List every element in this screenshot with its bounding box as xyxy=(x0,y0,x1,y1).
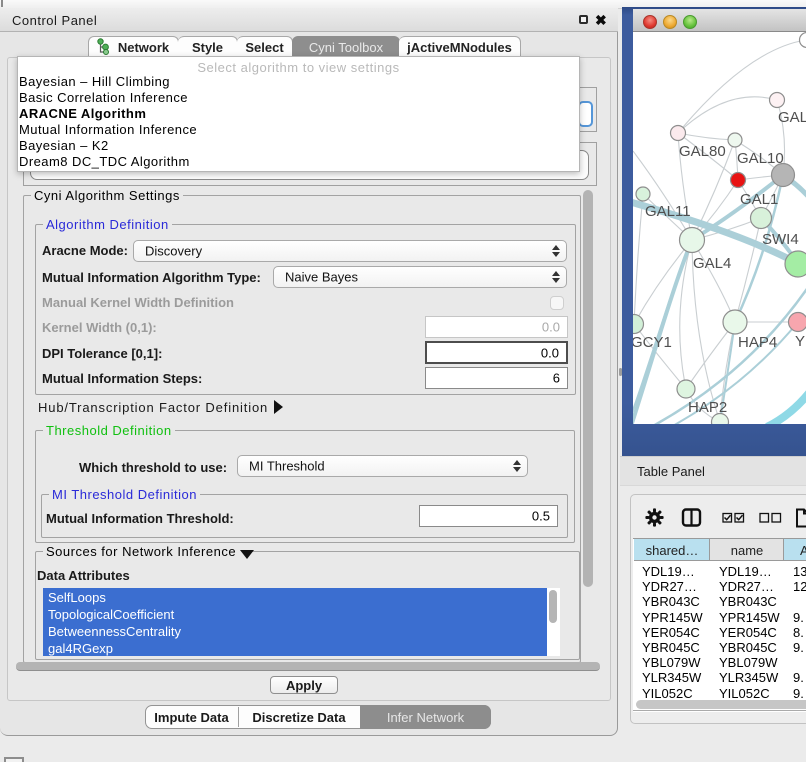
svg-text:GAL1: GAL1 xyxy=(740,191,778,208)
svg-text:GAL10: GAL10 xyxy=(737,150,784,167)
svg-text:GAL4: GAL4 xyxy=(693,255,731,272)
svg-text:HAP2: HAP2 xyxy=(688,399,727,416)
svg-text:Y: Y xyxy=(795,333,805,350)
svg-text:SWI4: SWI4 xyxy=(762,231,799,248)
svg-text:GCY1: GCY1 xyxy=(633,334,672,351)
svg-text:GAL80: GAL80 xyxy=(679,143,726,160)
svg-text:HAP4: HAP4 xyxy=(738,334,777,351)
svg-text:GAL: GAL xyxy=(778,109,806,126)
svg-text:GAL11: GAL11 xyxy=(645,203,691,220)
